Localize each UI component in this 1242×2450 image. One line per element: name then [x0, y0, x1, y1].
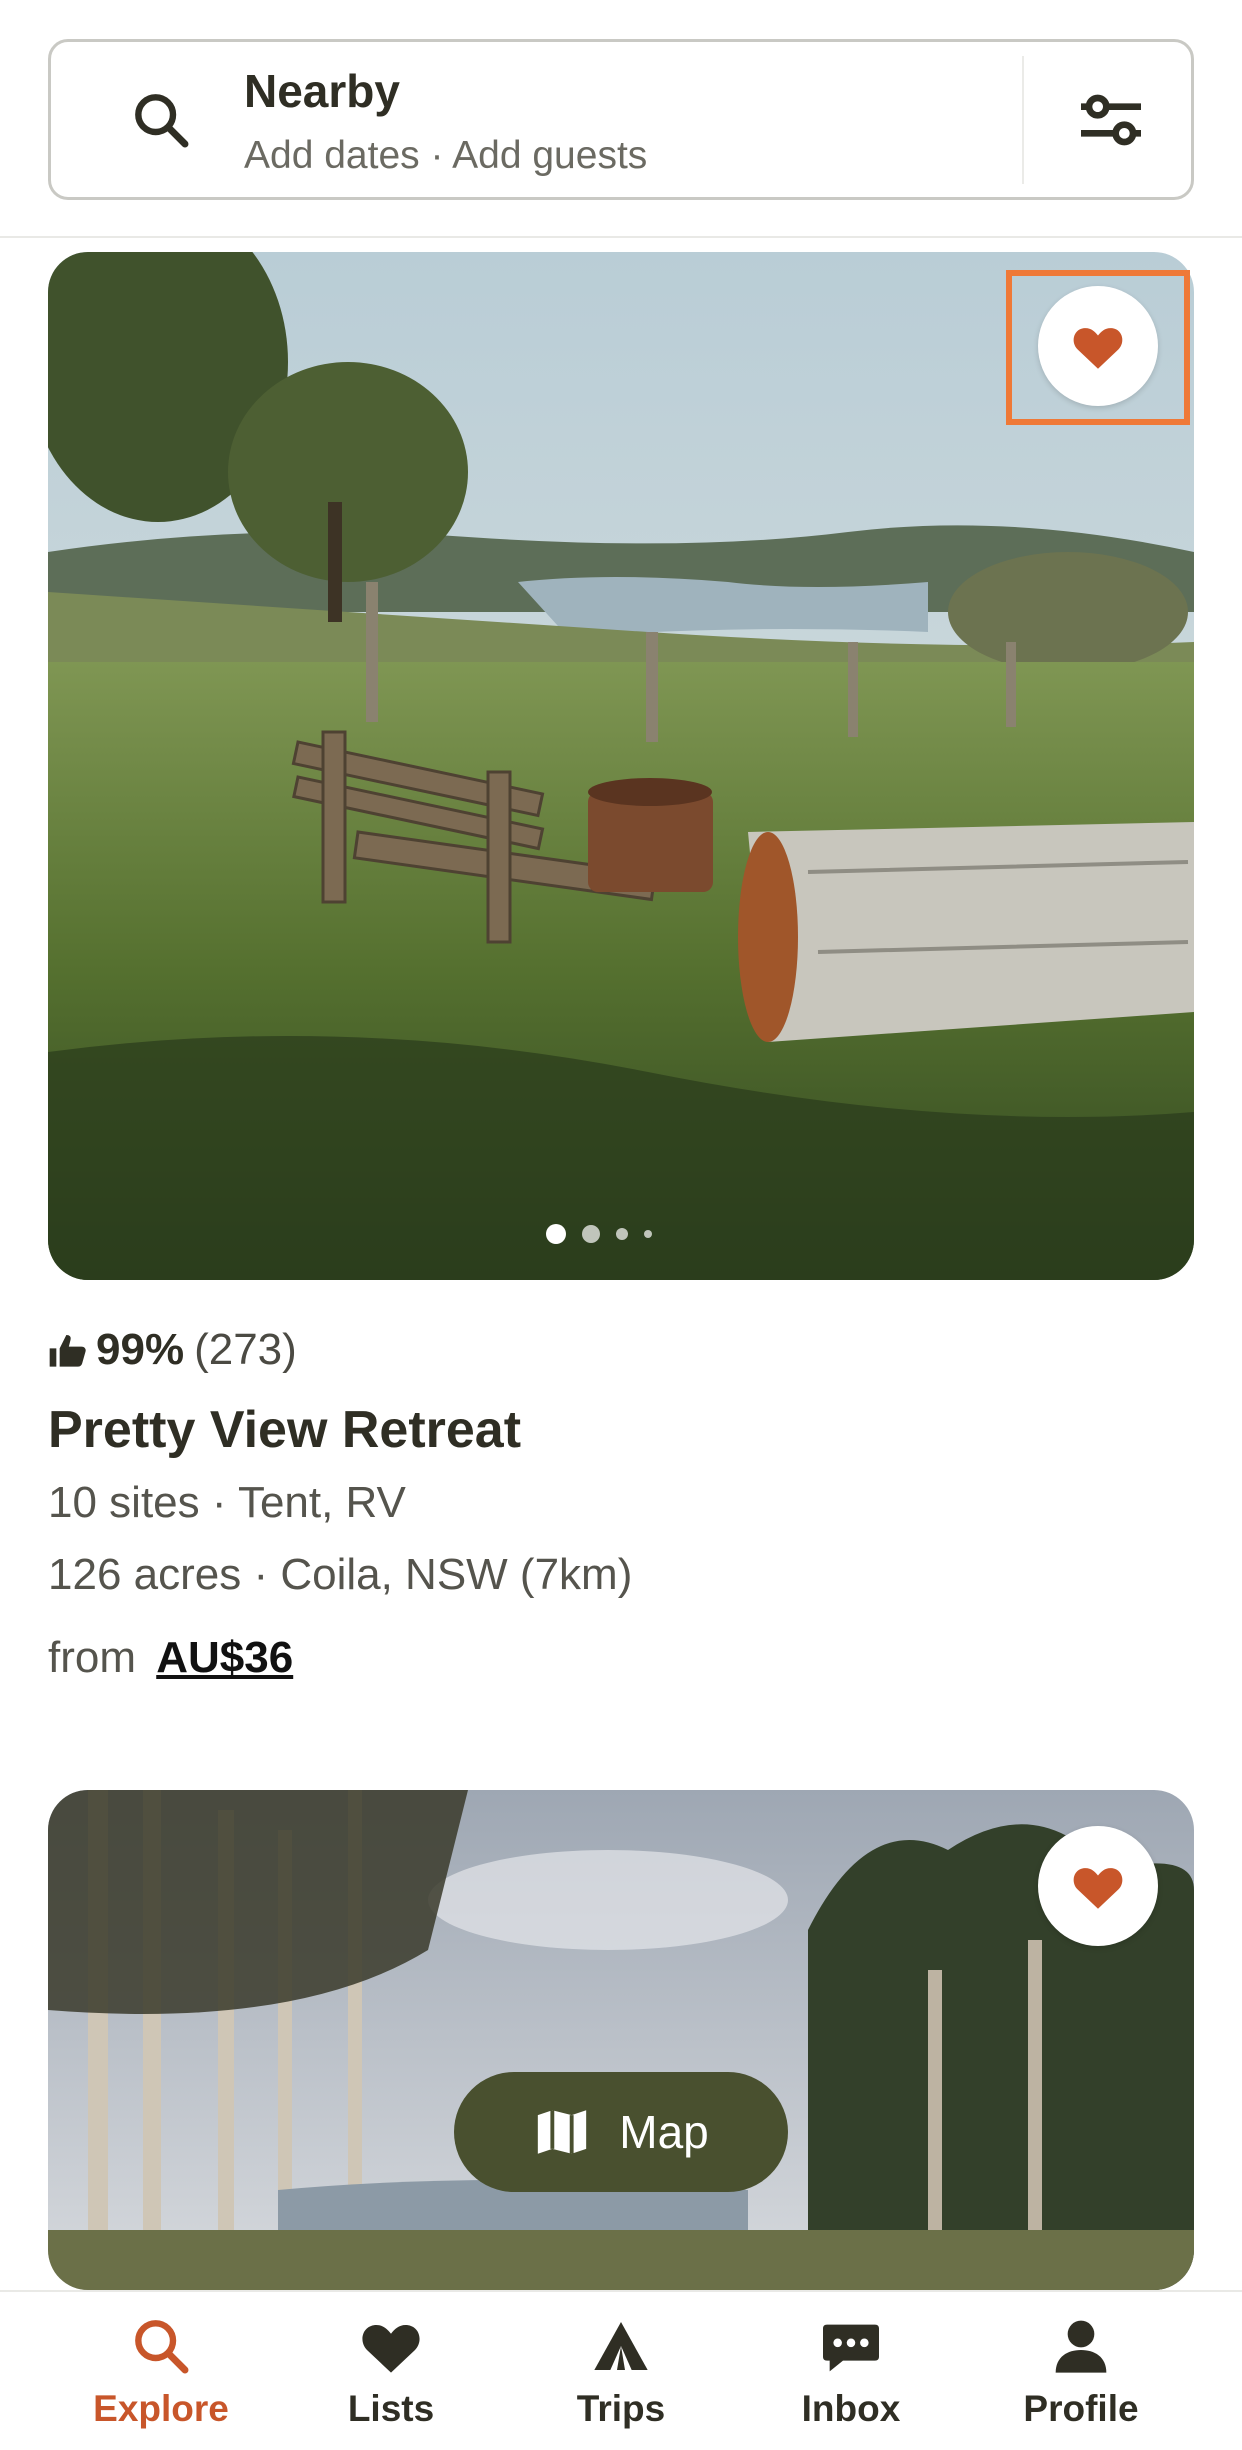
pager-dot: [616, 1228, 628, 1240]
nav-inbox[interactable]: Inbox: [751, 2292, 951, 2450]
highlight-box: [1006, 270, 1190, 425]
rating-percent: 99%: [96, 1325, 185, 1374]
price-row: from AU$36: [48, 1633, 293, 1683]
save-to-list-button[interactable]: [1038, 1826, 1158, 1946]
nav-label: Lists: [347, 2388, 435, 2429]
price-link[interactable]: AU$36: [156, 1633, 293, 1682]
search-icon: [135, 94, 189, 148]
chat-icon: [823, 2324, 879, 2372]
filter-icon[interactable]: [1071, 80, 1151, 160]
map-button[interactable]: Map: [454, 2072, 788, 2192]
search-location: Nearby: [244, 65, 400, 117]
nav-label: Profile: [1023, 2388, 1139, 2429]
search-header: Nearby Add dates · Add guests: [0, 0, 1242, 238]
listing-location: 126 acres · Coila, NSW (7km): [48, 1550, 633, 1599]
photo-pager-dots: [546, 1224, 652, 1244]
nav-explore[interactable]: Explore: [61, 2292, 261, 2450]
search-icon: [135, 2320, 189, 2374]
search-dates-guests: Add dates · Add guests: [244, 134, 648, 177]
price-prefix: from: [48, 1633, 136, 1682]
listing-title[interactable]: Pretty View Retreat: [48, 1400, 521, 1460]
heart-icon: [1073, 1868, 1123, 1909]
search-bar[interactable]: Nearby Add dates · Add guests: [48, 39, 1194, 200]
nav-profile[interactable]: Profile: [981, 2292, 1181, 2450]
bottom-nav: Explore Lists Trips Inbox Profile: [0, 2290, 1242, 2448]
thumbs-up-icon: [49, 1335, 86, 1367]
nav-label: Inbox: [801, 2388, 901, 2429]
pager-dot: [644, 1230, 652, 1238]
person-icon: [1055, 2320, 1107, 2373]
nav-lists[interactable]: Lists: [291, 2292, 491, 2450]
heart-icon: [362, 2324, 420, 2373]
listing-sites: 10 sites · Tent, RV: [48, 1478, 406, 1527]
tent-icon: [594, 2322, 648, 2370]
pager-dot: [546, 1224, 566, 1244]
listing-photo-image: [48, 1790, 1194, 2290]
nav-trips[interactable]: Trips: [521, 2292, 721, 2450]
divider: [1022, 56, 1024, 184]
pager-dot: [582, 1225, 600, 1243]
rating: 99% (273): [48, 1325, 297, 1375]
listing-photo[interactable]: [48, 1790, 1194, 2290]
map-button-label: Map: [619, 2106, 709, 2158]
nav-label: Explore: [93, 2388, 229, 2429]
rating-count: (273): [194, 1325, 297, 1374]
map-icon: [538, 2110, 587, 2154]
nav-label: Trips: [576, 2388, 666, 2429]
